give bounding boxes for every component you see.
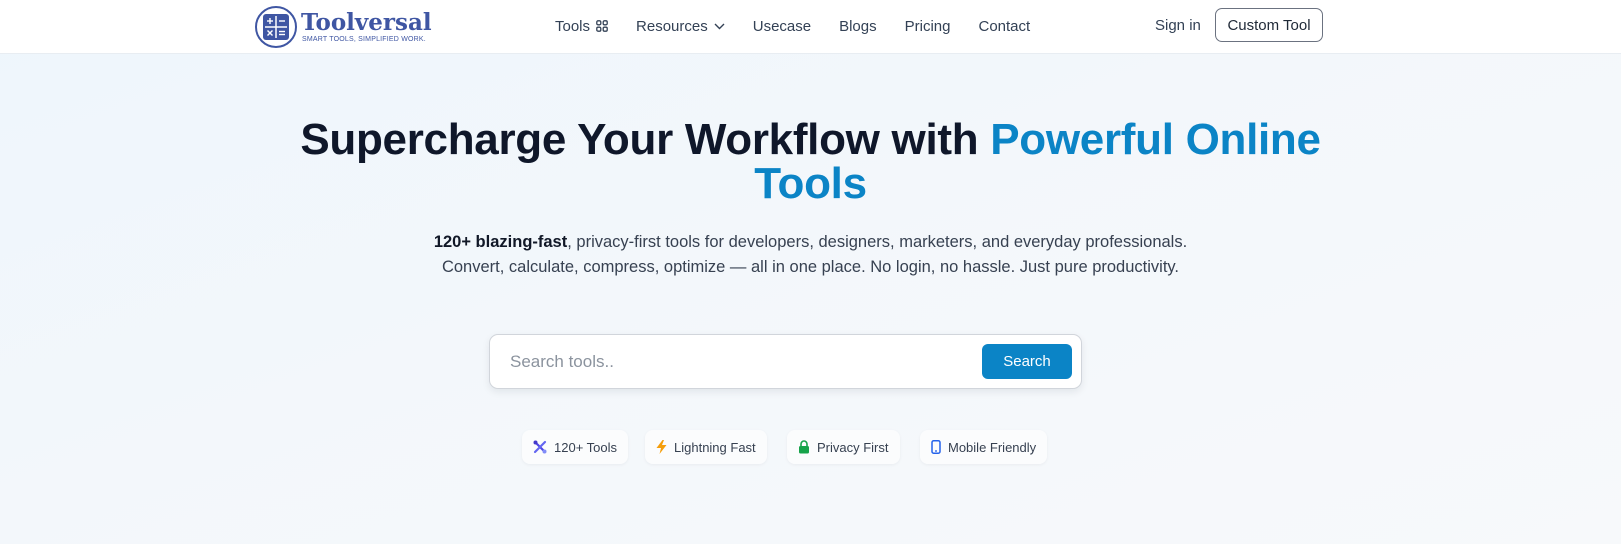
nav-item-label: Resources [636,17,708,35]
nav-item-label: Usecase [752,17,812,35]
hero-subtitle-highlight: 120+ blazing-fast [433,233,568,251]
feature-pill-mobile: Mobile Friendly [920,430,1048,464]
feature-highlights: 120+ Tools Lightning Fast Privacy First … [0,430,1621,464]
sign-in-link[interactable]: Sign in [1155,17,1201,34]
feature-pill-fast: Lightning Fast [645,430,767,464]
nav-item-usecase[interactable]: Usecase [753,18,811,35]
nav-item-blogs[interactable]: Blogs [839,18,877,35]
lightning-icon [656,440,667,454]
nav-item-label: Tools [555,17,591,35]
tools-icon [533,440,547,454]
nav-item-label: Contact [978,17,1031,35]
logo-text: Toolversal SMART TOOLS, SIMPLIFIED WORK. [301,10,432,44]
grid-icon [596,20,608,32]
logo[interactable]: Toolversal SMART TOOLS, SIMPLIFIED WORK. [255,5,432,49]
search-input[interactable] [510,345,950,379]
nav-item-contact[interactable]: Contact [978,18,1030,35]
search-bar: Search [489,334,1082,389]
brand-name: Toolversal [301,9,432,36]
lock-icon [798,440,810,454]
calculator-logo-icon [255,6,297,48]
nav-item-tools[interactable]: Tools [555,18,608,35]
site-header: Toolversal SMART TOOLS, SIMPLIFIED WORK.… [0,0,1621,54]
feature-label: 120+ Tools [554,439,618,455]
feature-pill-privacy: Privacy First [787,430,900,464]
feature-label: Mobile Friendly [948,439,1037,455]
hero-title: Supercharge Your Workflow with Powerful … [300,118,1321,206]
brand-tagline: SMART TOOLS, SIMPLIFIED WORK. [302,36,426,43]
chevron-down-icon [714,23,725,30]
hero-title-main: Supercharge Your Workflow with [300,115,991,164]
nav-item-label: Pricing [904,17,951,35]
custom-tool-button[interactable]: Custom Tool [1215,8,1323,42]
feature-label: Privacy First [817,439,889,455]
search-button[interactable]: Search [982,344,1072,379]
nav-item-resources[interactable]: Resources [636,18,725,35]
nav-item-label: Blogs [839,17,877,35]
feature-label: Lightning Fast [674,439,756,455]
feature-pill-tools: 120+ Tools [522,430,629,464]
mobile-icon [931,440,941,454]
nav-item-pricing[interactable]: Pricing [905,18,951,35]
hero-subtitle: 120+ blazing-fast, privacy-first tools f… [430,230,1191,280]
main-nav: Tools Resources Usecase Blogs Pricing Co… [555,0,1058,52]
